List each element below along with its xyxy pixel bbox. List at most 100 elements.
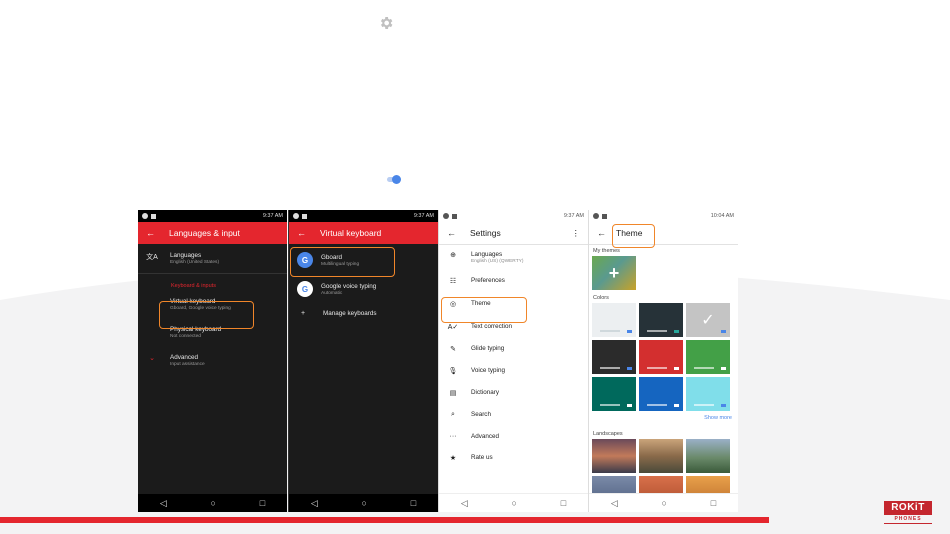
item-subtitle: Automatic xyxy=(321,290,343,296)
text-correction-icon: A✓ xyxy=(447,324,459,331)
nav-back-icon[interactable]: ◁ xyxy=(160,498,167,509)
nav-back-icon[interactable]: ◁ xyxy=(311,498,318,509)
languages-item[interactable]: ⊕ Languages English (US) (QWERTY) xyxy=(439,245,588,269)
color-swatch[interactable] xyxy=(592,303,636,337)
gear-icon xyxy=(380,17,393,29)
voice-typing-item[interactable]: 🎙 Voice typing xyxy=(439,358,588,380)
color-swatch[interactable] xyxy=(639,340,683,374)
translate-icon: 文A xyxy=(146,254,158,261)
glide-icon: ✎ xyxy=(450,346,456,353)
divider xyxy=(138,273,287,274)
status-bar: 9:37 AM xyxy=(289,210,438,222)
google-app-icon: G xyxy=(297,281,313,297)
theme-screen: 10:04 AM ← Theme My themes + Colors ✓ Sh… xyxy=(588,210,738,512)
nav-back-icon[interactable]: ◁ xyxy=(611,498,618,509)
search-item[interactable]: ⌕ Search xyxy=(439,402,588,424)
show-more-link[interactable]: Show more xyxy=(589,411,738,425)
status-bar: 10:04 AM xyxy=(589,210,738,222)
app-bar-title: Languages & input xyxy=(169,228,240,238)
item-title: Manage keyboards xyxy=(323,310,377,317)
status-time: 10:04 AM xyxy=(710,213,734,219)
glide-typing-item[interactable]: ✎ Glide typing xyxy=(439,336,588,358)
status-time: 9:37 AM xyxy=(262,213,283,219)
color-swatch-grid: ✓ xyxy=(589,303,738,411)
status-time: 9:37 AM xyxy=(413,213,434,219)
dictionary-item[interactable]: ▤ Dictionary xyxy=(439,380,588,402)
advanced-item[interactable]: ··· Advanced xyxy=(439,424,588,445)
color-swatch[interactable] xyxy=(639,303,683,337)
nav-recent-icon[interactable]: □ xyxy=(561,498,566,508)
landscape-theme[interactable] xyxy=(639,439,683,473)
item-title: Text correction xyxy=(471,323,512,330)
item-subtitle: Input assistance xyxy=(170,362,205,367)
color-swatch[interactable] xyxy=(686,377,730,411)
landscape-theme[interactable] xyxy=(592,439,636,473)
color-swatch-selected[interactable]: ✓ xyxy=(686,303,730,337)
advanced-item[interactable]: ⌄ Advanced Input assistance xyxy=(138,344,287,372)
book-icon: ▤ xyxy=(449,390,457,397)
landscape-theme[interactable] xyxy=(686,439,730,473)
item-title: Languages xyxy=(170,252,202,259)
highlight-theme xyxy=(441,297,527,323)
plus-icon: + xyxy=(608,262,620,283)
nav-home-icon[interactable]: ○ xyxy=(362,498,367,508)
star-icon: ★ xyxy=(449,455,457,462)
color-swatch[interactable] xyxy=(639,377,683,411)
google-voice-typing-item[interactable]: G Google voice typing Automatic xyxy=(289,273,438,302)
section-header: Keyboard & inputs xyxy=(171,283,216,289)
nav-bar: ◁ ○ □ xyxy=(138,494,287,512)
manage-keyboards-item[interactable]: + Manage keyboards xyxy=(289,302,438,322)
item-subtitle: English (United States) xyxy=(170,260,220,265)
more-menu-icon[interactable]: ⋮ xyxy=(572,228,581,239)
nav-recent-icon[interactable]: □ xyxy=(260,498,265,508)
back-arrow-icon[interactable]: ← xyxy=(297,228,306,238)
nav-bar: ◁ ○ □ xyxy=(589,493,738,512)
landscapes-label: Landscapes xyxy=(593,431,623,437)
color-swatch[interactable] xyxy=(592,340,636,374)
preferences-item[interactable]: ☷ Preferences xyxy=(439,269,588,290)
status-bar: 9:37 AM xyxy=(138,210,287,222)
toggle-switch[interactable] xyxy=(387,175,401,185)
nav-back-icon[interactable]: ◁ xyxy=(461,498,468,509)
color-swatch[interactable] xyxy=(592,377,636,411)
add-theme-button[interactable]: + xyxy=(592,256,636,290)
item-title: Advanced xyxy=(471,433,500,440)
item-title: Search xyxy=(471,411,491,418)
nav-home-icon[interactable]: ○ xyxy=(512,498,517,508)
languages-input-screen: 9:37 AM ← Languages & input 文A Languages… xyxy=(138,210,287,512)
item-title: Advanced xyxy=(170,354,199,361)
item-title: Google voice typing xyxy=(321,282,377,290)
item-title: Dictionary xyxy=(471,389,499,396)
back-arrow-icon[interactable]: ← xyxy=(447,228,456,238)
back-arrow-icon[interactable]: ← xyxy=(146,228,155,238)
item-title: Preferences xyxy=(471,277,505,284)
highlight-virtual-keyboard xyxy=(159,301,254,329)
item-subtitle: Not connected xyxy=(170,334,201,339)
mic-icon: 🎙 xyxy=(448,368,458,375)
item-subtitle: English (US) (QWERTY) xyxy=(471,259,524,264)
app-bar: ← Settings ⋮ xyxy=(439,222,588,245)
status-time: 9:37 AM xyxy=(563,213,584,219)
nav-home-icon[interactable]: ○ xyxy=(662,498,667,508)
app-bar-title: Virtual keyboard xyxy=(320,228,382,238)
nav-home-icon[interactable]: ○ xyxy=(211,498,216,508)
dots-icon: ··· xyxy=(449,433,457,440)
nav-recent-icon[interactable]: □ xyxy=(711,498,716,508)
nav-bar: ◁ ○ □ xyxy=(439,493,588,512)
nav-recent-icon[interactable]: □ xyxy=(411,498,416,508)
logo-wordmark: ROKiT xyxy=(884,501,932,515)
color-swatch[interactable] xyxy=(686,340,730,374)
colors-label: Colors xyxy=(593,295,609,301)
status-bar: 9:37 AM xyxy=(439,210,588,222)
rate-us-item[interactable]: ★ Rate us xyxy=(439,445,588,467)
languages-item[interactable]: 文A Languages English (United States) xyxy=(138,244,287,270)
item-title: Rate us xyxy=(471,454,493,461)
sliders-icon: ☷ xyxy=(449,278,457,285)
app-bar: ← Languages & input xyxy=(138,222,287,244)
app-bar: ← Virtual keyboard xyxy=(289,222,438,244)
rokit-logo: ROKiT PHONES xyxy=(884,501,932,525)
highlight-gboard xyxy=(290,247,395,277)
back-arrow-icon[interactable]: ← xyxy=(597,228,606,238)
my-themes-label: My themes xyxy=(593,248,620,254)
item-title: Voice typing xyxy=(471,367,505,374)
